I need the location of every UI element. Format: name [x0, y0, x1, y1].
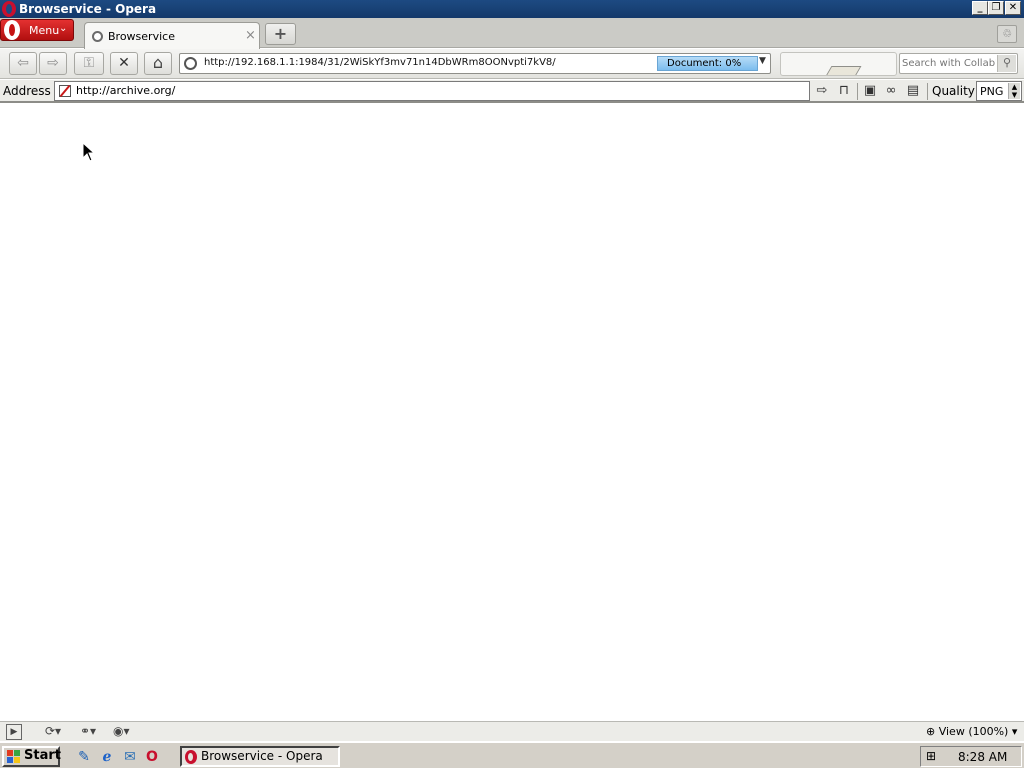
clock[interactable]: 8:28 AM: [958, 750, 1007, 764]
start-button[interactable]: Start: [2, 746, 61, 767]
url-field[interactable]: http://192.168.1.1:1984/31/2WiSkYf3mv71n…: [179, 53, 771, 74]
window-title-bar[interactable]: Browservice - Opera _ ❐ ✕: [0, 0, 1024, 18]
panel-toggle-icon[interactable]: ▶: [6, 724, 22, 740]
chevron-down-icon: ⌄: [59, 23, 68, 34]
opera-logo-icon: [185, 750, 197, 764]
toolbar-divider: [857, 83, 858, 100]
show-desktop-icon[interactable]: ✎: [75, 748, 93, 766]
restore-button[interactable]: ❐: [988, 1, 1004, 15]
home-button[interactable]: ⌂: [144, 52, 172, 75]
site-info-icon[interactable]: [184, 57, 197, 70]
start-label: Start: [24, 748, 61, 763]
tab-strip: Menu ⌄ Browservice × + ♲: [0, 18, 1024, 49]
taskbar: Start ✎ ℯ ✉ O Browservice - Opera ⊞ 8:28…: [0, 742, 1024, 768]
taskbar-item-label: Browservice - Opera: [201, 749, 323, 763]
forward-button[interactable]: ⇨: [39, 52, 67, 75]
go-arrow-icon[interactable]: ⇨: [813, 83, 831, 100]
close-window-button[interactable]: ✕: [1005, 1, 1021, 15]
save-icon[interactable]: ▣: [861, 83, 879, 100]
navigation-toolbar: ⇦ ⇨ ⚿ ✕ ⌂ http://192.168.1.1:1984/31/2Wi…: [0, 49, 1024, 79]
zoom-icon: ⊕: [926, 725, 936, 738]
internet-explorer-icon[interactable]: ℯ: [98, 748, 116, 766]
quality-label: Quality: [932, 84, 975, 98]
network-icon[interactable]: ⊞: [926, 749, 941, 764]
zoom-text: View (100%): [938, 725, 1009, 738]
toolbar-divider: [927, 83, 928, 100]
page-thumbnail: [824, 66, 862, 75]
address-input[interactable]: http://archive.org/: [54, 81, 810, 101]
search-input[interactable]: [902, 56, 996, 71]
search-icon[interactable]: ⚲: [997, 55, 1016, 72]
opera-quicklaunch-icon[interactable]: O: [143, 748, 161, 766]
status-bar: ▶ ⟳▾ ⚭▾ ◉▾ ⊕ View (100%) ▾: [0, 721, 1024, 741]
opera-logo-icon: [2, 1, 16, 17]
chevron-down-icon: ▾: [1011, 725, 1018, 738]
insecure-page-icon: [59, 85, 71, 97]
speed-dial-thumbnail[interactable]: [780, 52, 897, 76]
quality-selector[interactable]: PNG ▲ ▼: [976, 81, 1022, 101]
windows-flag-icon: [7, 750, 20, 763]
mouse-pointer-icon: [82, 142, 96, 162]
bookmark-icon[interactable]: ⊓: [835, 83, 853, 100]
address-label: Address: [3, 84, 51, 98]
dropdown-arrow-icon[interactable]: ▼: [759, 56, 766, 66]
load-progress: Document: 0%: [657, 56, 758, 71]
spinner-arrows-icon[interactable]: ▲ ▼: [1008, 83, 1020, 99]
globe-icon: [92, 31, 103, 42]
new-tab-button[interactable]: +: [265, 23, 296, 45]
opera-logo-icon: [4, 20, 20, 40]
outlook-express-icon[interactable]: ✉: [121, 748, 139, 766]
turbo-icon[interactable]: ◉▾: [113, 724, 130, 740]
window-title: Browservice - Opera: [19, 2, 157, 16]
address-toolbar: Address http://archive.org/ ⇨ ⊓ ▣ ∞ ▤ Qu…: [0, 80, 1024, 103]
back-button[interactable]: ⇦: [9, 52, 37, 75]
taskbar-item-opera[interactable]: Browservice - Opera: [180, 746, 340, 767]
system-tray: ⊞ 8:28 AM: [920, 746, 1022, 767]
unite-icon[interactable]: ⚭▾: [80, 724, 96, 740]
opera-menu-button[interactable]: Menu ⌄: [0, 19, 74, 41]
close-tab-icon[interactable]: ×: [245, 28, 256, 43]
menu-label: Menu: [29, 24, 60, 37]
stop-button[interactable]: ✕: [110, 52, 138, 75]
tab-browservice[interactable]: Browservice ×: [84, 22, 260, 49]
clipboard-icon[interactable]: ▤: [904, 83, 922, 100]
tab-label: Browservice: [108, 30, 175, 43]
search-field[interactable]: ⚲: [899, 53, 1018, 74]
zoom-control[interactable]: ⊕ View (100%) ▾: [926, 724, 1017, 739]
key-icon[interactable]: ⚿: [74, 52, 104, 75]
quality-value: PNG: [980, 85, 1004, 98]
minimize-button[interactable]: _: [972, 1, 988, 15]
page-content-area[interactable]: [0, 105, 1024, 721]
url-text: http://192.168.1.1:1984/31/2WiSkYf3mv71n…: [204, 57, 556, 68]
address-url-text: http://archive.org/: [76, 84, 176, 97]
find-icon[interactable]: ∞: [882, 83, 900, 100]
trash-icon[interactable]: ♲: [997, 25, 1017, 43]
sync-icon[interactable]: ⟳▾: [45, 724, 61, 740]
